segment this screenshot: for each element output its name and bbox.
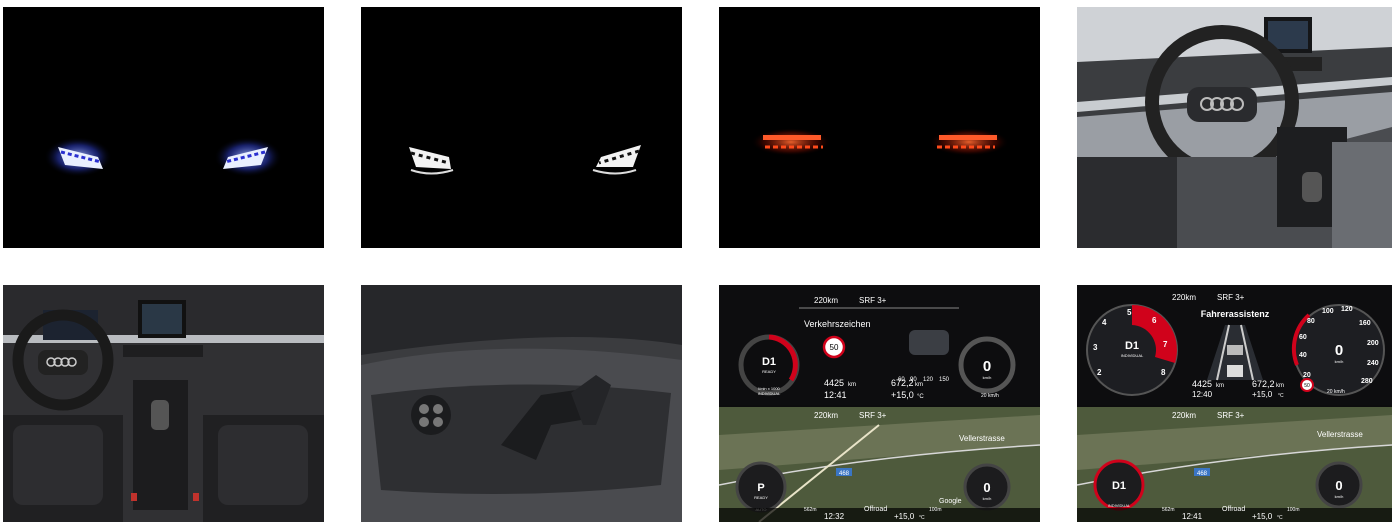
range-label: 220km	[814, 296, 838, 305]
map2-gear: D1	[1112, 480, 1126, 492]
assist-temperature: +15,0	[1252, 390, 1273, 399]
map-temp-unit: °C	[919, 515, 925, 521]
assist-radio: SRF 3+	[1217, 293, 1245, 302]
map-range: 220km	[814, 411, 838, 420]
odometer-value: 4425	[824, 378, 844, 388]
interior-dashboard-photo[interactable]	[3, 285, 324, 522]
cluster-headline: Verkehrszeichen	[804, 319, 871, 329]
map2-scale: 100m	[1287, 507, 1300, 513]
gear-indicator: D1	[762, 356, 776, 368]
speed-tick-200: 200	[1367, 340, 1379, 347]
assist-range: 220km	[1172, 293, 1196, 302]
map2-range: 220km	[1172, 411, 1196, 420]
map2-drive-profile: INDIVIDUAL	[1108, 503, 1131, 508]
map-gear: P	[757, 482, 764, 494]
rpm-tick-2: 2	[1097, 368, 1102, 377]
assist-temp-unit: °C	[1278, 393, 1284, 399]
interior-steering-photo[interactable]	[1077, 7, 1392, 248]
rpm-tick-3: 3	[1093, 343, 1098, 352]
map-speed-unit: km/h	[983, 496, 992, 501]
speed-tick-240: 240	[1367, 360, 1379, 367]
headlights-blue-photo[interactable]	[3, 7, 324, 248]
map2-speed: 0	[1335, 478, 1342, 493]
odometer-unit: km	[848, 382, 856, 388]
map2-road-badge: 468	[1197, 471, 1208, 477]
cluster-traffic-signs-photo[interactable]: 220km SRF 3+ Verkehrszeichen 50 60 90 12…	[719, 285, 1040, 522]
speed-tick-160: 160	[1359, 320, 1371, 327]
map2-mode: Offroad	[1222, 506, 1245, 513]
map2-temperature: +15,0	[1252, 512, 1273, 521]
street-name: Vellerstrasse	[959, 434, 1005, 443]
map2-distance: 562m	[1162, 507, 1175, 513]
headlights-white-photo[interactable]	[361, 7, 682, 248]
speed-tick-40: 40	[1299, 352, 1307, 359]
map2-temp-unit: °C	[1277, 515, 1283, 521]
speed-tick-120: 120	[1341, 306, 1353, 313]
map-clock: 12:32	[824, 512, 845, 521]
assist-odometer: 4425	[1192, 379, 1212, 389]
map-scale: 100m	[929, 507, 942, 513]
map-radio: SRF 3+	[859, 411, 887, 420]
map2-speed-unit: km/h	[1335, 494, 1344, 499]
assist-odometer-unit: km	[1216, 383, 1224, 389]
assist-speed: 0	[1335, 342, 1343, 359]
assist-speed-unit: km/h	[1335, 359, 1344, 364]
rpm-tick-7: 7	[1163, 340, 1168, 349]
assist-trip: 672,2	[1252, 379, 1275, 389]
speed-unit: km/h	[983, 375, 992, 380]
map-gear-mode: READY	[754, 495, 768, 500]
map2-radio: SRF 3+	[1217, 411, 1245, 420]
speed-tick-60: 60	[1299, 334, 1307, 341]
clock: 12:41	[824, 390, 847, 400]
tick-150: 150	[939, 377, 950, 383]
speed-tick-280: 280	[1361, 378, 1373, 385]
rpm-tick-8: 8	[1161, 368, 1166, 377]
assist-limit-badge: 50	[1304, 383, 1310, 389]
road-badge: 468	[839, 471, 850, 477]
trip-unit: km	[915, 382, 923, 388]
assist-headline: Fahrerassistenz	[1201, 309, 1270, 319]
radio-label: SRF 3+	[859, 296, 887, 305]
cluster-driver-assist-photo[interactable]: 220km SRF 3+ 2 3 4 5 6 7 8 D1 INDIVIDUAL…	[1077, 285, 1392, 522]
gear-mode: READY	[762, 369, 776, 374]
map-distance: 562m	[804, 507, 817, 513]
taillights-red-photo[interactable]	[719, 7, 1040, 248]
speed-limit-sign: 50	[830, 343, 839, 352]
temperature: +15,0	[891, 390, 914, 400]
assist-gear: D1	[1125, 340, 1139, 352]
assist-trip-unit: km	[1276, 383, 1284, 389]
assist-set-speed: 20 km/h	[1327, 389, 1345, 395]
map-mode: Offroad	[864, 506, 887, 513]
set-speed: 20 km/h	[981, 393, 999, 399]
map-temperature: +15,0	[894, 512, 915, 521]
speed-tick-100: 100	[1322, 308, 1334, 315]
tick-120: 120	[923, 377, 934, 383]
temp-unit: °C	[917, 394, 924, 400]
rpm-tick-4: 4	[1102, 318, 1107, 327]
map2-clock: 12:41	[1182, 512, 1203, 521]
map-provider: Google	[939, 498, 962, 505]
assist-clock: 12:40	[1192, 390, 1213, 399]
seat-controls-photo[interactable]	[361, 285, 682, 522]
rpm-tick-5: 5	[1127, 308, 1132, 317]
assist-drive-profile: INDIVIDUAL	[1121, 353, 1144, 358]
rpm-tick-6: 6	[1152, 316, 1157, 325]
drive-profile: INDIVIDUAL	[758, 391, 781, 396]
speed-tick-80: 80	[1307, 318, 1315, 325]
map-speed: 0	[983, 480, 990, 495]
map2-street: Vellerstrasse	[1317, 430, 1363, 439]
speed-tick-20: 20	[1303, 372, 1311, 379]
trip-value: 672,2	[891, 378, 914, 388]
speed-readout: 0	[983, 358, 991, 375]
